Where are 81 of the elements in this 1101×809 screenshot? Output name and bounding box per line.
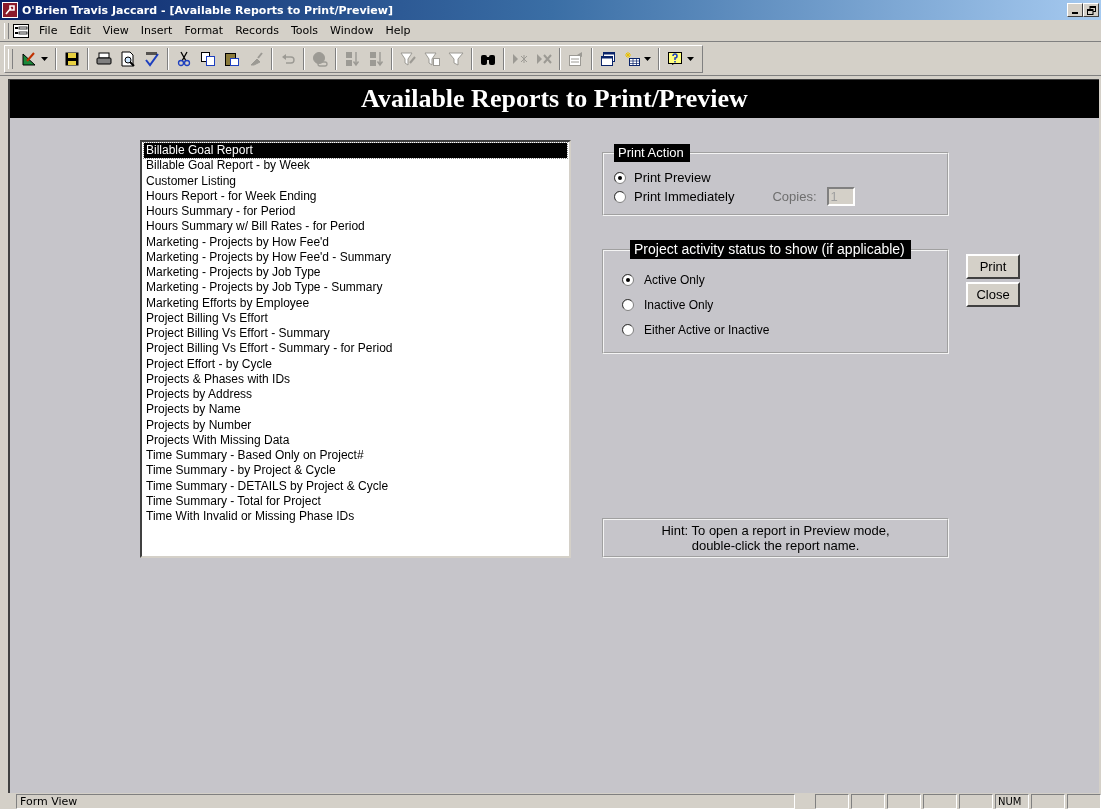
radio-button[interactable] [614, 190, 626, 203]
option-label[interactable]: Either Active or Inactive [644, 322, 770, 337]
report-item[interactable]: Marketing - Projects by Job Type [144, 265, 567, 281]
menu-item[interactable]: Format [178, 22, 230, 39]
form-icon[interactable] [13, 23, 29, 38]
menu-item[interactable]: Insert [134, 22, 179, 39]
radio-button[interactable] [622, 298, 634, 311]
report-item[interactable]: Projects & Phases with IDs [144, 371, 567, 387]
print-preview-icon[interactable] [120, 50, 136, 67]
form-button[interactable]: Print [966, 254, 1020, 279]
design-triangle-icon[interactable] [21, 50, 37, 67]
report-item[interactable]: Marketing Efforts by Employee [144, 295, 567, 311]
report-item[interactable]: Project Billing Vs Effort - Summary - for Period [144, 341, 567, 357]
report-item[interactable]: Customer Listing [144, 173, 567, 189]
option-label[interactable]: Print Preview [634, 170, 711, 185]
report-list[interactable] [140, 140, 571, 558]
option-label[interactable]: Print Immediately [634, 189, 735, 204]
copies-label: Copies: [772, 189, 817, 204]
group-title: Project activity status to show (if applicable) [630, 240, 911, 259]
caret-icon[interactable] [41, 56, 48, 61]
form-header: Available Reports to Print/Preview [10, 80, 1099, 118]
restore-icon [1086, 5, 1096, 15]
report-item[interactable]: Time Summary - Total for Project [144, 493, 567, 509]
scissors-icon[interactable] [176, 50, 192, 67]
radio-button[interactable] [622, 273, 634, 286]
report-item[interactable]: Time With Invalid or Missing Phase IDs [144, 509, 567, 525]
radio-button[interactable] [622, 323, 634, 336]
status-panel [959, 794, 993, 809]
form-button[interactable]: Close [966, 282, 1020, 307]
report-item[interactable]: Project Billing Vs Effort [144, 310, 567, 326]
status-panel [887, 794, 921, 809]
status-indicator: NUM [995, 794, 1029, 809]
window-title: O'Brien Travis Jaccard - [Available Reports to Print/Preview] [22, 3, 394, 17]
menu-item[interactable]: Window [324, 22, 380, 39]
report-item[interactable]: Project Effort - by Cycle [144, 356, 567, 372]
printer-icon[interactable] [96, 50, 112, 67]
report-item[interactable]: Billable Goal Report - by Week [144, 158, 567, 174]
new-table-icon[interactable] [624, 50, 640, 67]
report-item[interactable]: Billable Goal Report [144, 143, 567, 159]
report-item[interactable]: Hours Report - for Week Ending [144, 188, 567, 204]
report-item[interactable]: Time Summary - DETAILS by Project & Cycle [144, 478, 567, 494]
menu-item[interactable]: Edit [63, 22, 97, 39]
app-icon [2, 2, 18, 18]
report-item[interactable]: Projects by Name [144, 402, 567, 418]
menu-item[interactable]: View [96, 22, 135, 39]
report-item[interactable]: Hours Summary w/ Bill Rates - for Period [144, 219, 567, 235]
windows-icon[interactable] [600, 50, 616, 67]
report-item[interactable]: Marketing - Projects by Job Type - Summary [144, 280, 567, 296]
report-item[interactable]: Projects by Number [144, 417, 567, 433]
option-label[interactable]: Active Only [644, 272, 705, 287]
report-item[interactable]: Project Billing Vs Effort - Summary [144, 326, 567, 342]
menu-item[interactable]: File [33, 22, 64, 39]
minimize-button[interactable] [1067, 3, 1083, 17]
group-title: Print Action [614, 144, 690, 162]
report-item[interactable]: Projects With Missing Data [144, 432, 567, 448]
option-label[interactable]: Inactive Only [644, 297, 714, 312]
caret-icon[interactable] [687, 56, 694, 61]
status-panel [1031, 794, 1065, 809]
restore-button[interactable] [1083, 3, 1099, 17]
report-item[interactable]: Time Summary - Based Only on Project# [144, 448, 567, 464]
radio-button[interactable] [614, 171, 626, 184]
copy-icon[interactable] [200, 50, 216, 67]
caret-icon[interactable] [644, 56, 651, 61]
save-icon[interactable] [64, 50, 80, 67]
help-icon[interactable] [667, 50, 683, 67]
menu-item[interactable]: Tools [284, 22, 325, 39]
report-item[interactable]: Projects by Address [144, 387, 567, 403]
report-item[interactable]: Time Summary - by Project & Cycle [144, 463, 567, 479]
hint-text: Hint: To open a report in Preview mode, double-click the report name. [602, 518, 949, 558]
clipboard-icon[interactable] [224, 50, 240, 67]
status-panel [815, 794, 849, 809]
report-item[interactable]: Hours Summary - for Period [144, 204, 567, 220]
status-panel [1067, 794, 1101, 809]
status-panel [851, 794, 885, 809]
status-text: Form View [16, 794, 795, 809]
menu-item[interactable]: Records [229, 22, 285, 39]
report-item[interactable]: Marketing - Projects by How Fee'd - Summary [144, 249, 567, 265]
status-panel [923, 794, 957, 809]
spell-check-icon[interactable] [144, 50, 160, 67]
menu-item[interactable]: Help [379, 22, 417, 39]
report-item[interactable]: Marketing - Projects by How Fee'd [144, 234, 567, 250]
